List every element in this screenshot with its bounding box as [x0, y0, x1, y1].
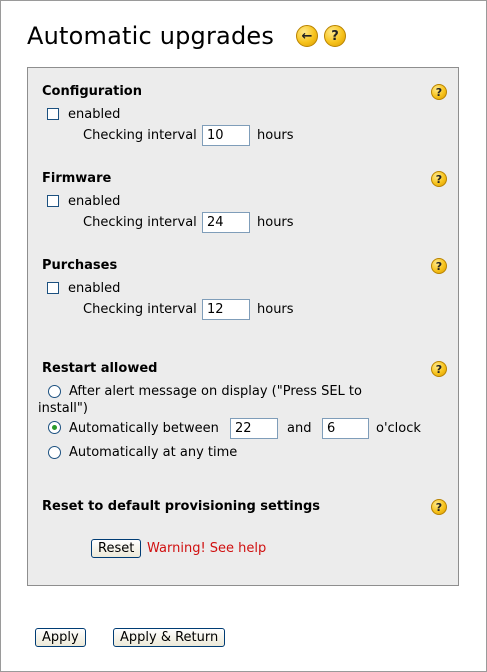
restart-any-time-radio[interactable] [48, 446, 61, 459]
configuration-interval-input[interactable] [202, 125, 250, 146]
firmware-help-button[interactable]: ? [431, 171, 447, 187]
configuration-enabled-label: enabled [68, 107, 121, 122]
purchases-enabled-label: enabled [68, 281, 121, 296]
restart-help-button[interactable]: ? [431, 361, 447, 377]
restart-after-alert-radio[interactable] [48, 385, 61, 398]
restart-between-radio[interactable] [48, 421, 61, 434]
help-icon: ? [435, 362, 443, 376]
purchases-interval-unit: hours [257, 302, 294, 317]
configuration-enabled-checkbox[interactable] [47, 108, 59, 120]
page-title: Automatic upgrades [27, 22, 275, 50]
firmware-interval-unit: hours [257, 215, 294, 230]
restart-between-from-input[interactable] [230, 418, 278, 439]
back-button[interactable]: ← [296, 25, 318, 47]
firmware-enabled-checkbox[interactable] [47, 195, 59, 207]
help-icon: ? [435, 500, 443, 514]
arrow-left-icon: ← [301, 28, 313, 44]
restart-after-alert-label-cont: install") [38, 401, 88, 416]
reset-defaults-title: Reset to default provisioning settings [42, 499, 321, 514]
restart-between-unit: o'clock [376, 421, 421, 436]
help-icon: ? [331, 28, 339, 44]
help-icon: ? [435, 172, 443, 186]
reset-button[interactable]: Reset [91, 539, 142, 558]
firmware-title: Firmware [42, 171, 112, 186]
reset-help-button[interactable]: ? [431, 499, 447, 515]
reset-warning-text: Warning! See help [147, 541, 267, 556]
firmware-enabled-label: enabled [68, 194, 121, 209]
apply-return-button[interactable]: Apply & Return [113, 628, 226, 647]
help-icon: ? [435, 259, 443, 273]
firmware-interval-input[interactable] [202, 212, 250, 233]
configuration-interval-label: Checking interval [83, 128, 197, 143]
purchases-help-button[interactable]: ? [431, 258, 447, 274]
purchases-interval-label: Checking interval [83, 302, 197, 317]
purchases-enabled-checkbox[interactable] [47, 282, 59, 294]
restart-any-time-label: Automatically at any time [69, 445, 238, 460]
configuration-help-button[interactable]: ? [431, 84, 447, 100]
restart-allowed-title: Restart allowed [42, 361, 158, 376]
restart-between-to-input[interactable] [322, 418, 369, 439]
purchases-title: Purchases [42, 258, 118, 273]
purchases-interval-input[interactable] [202, 299, 250, 320]
configuration-title: Configuration [42, 84, 142, 99]
help-icon: ? [435, 85, 443, 99]
page-help-button[interactable]: ? [324, 25, 346, 47]
restart-after-alert-label: After alert message on display ("Press S… [69, 384, 362, 399]
restart-between-label: Automatically between [69, 421, 219, 436]
apply-button[interactable]: Apply [35, 628, 86, 647]
firmware-interval-label: Checking interval [83, 215, 197, 230]
configuration-interval-unit: hours [257, 128, 294, 143]
restart-between-and-label: and [287, 421, 312, 436]
